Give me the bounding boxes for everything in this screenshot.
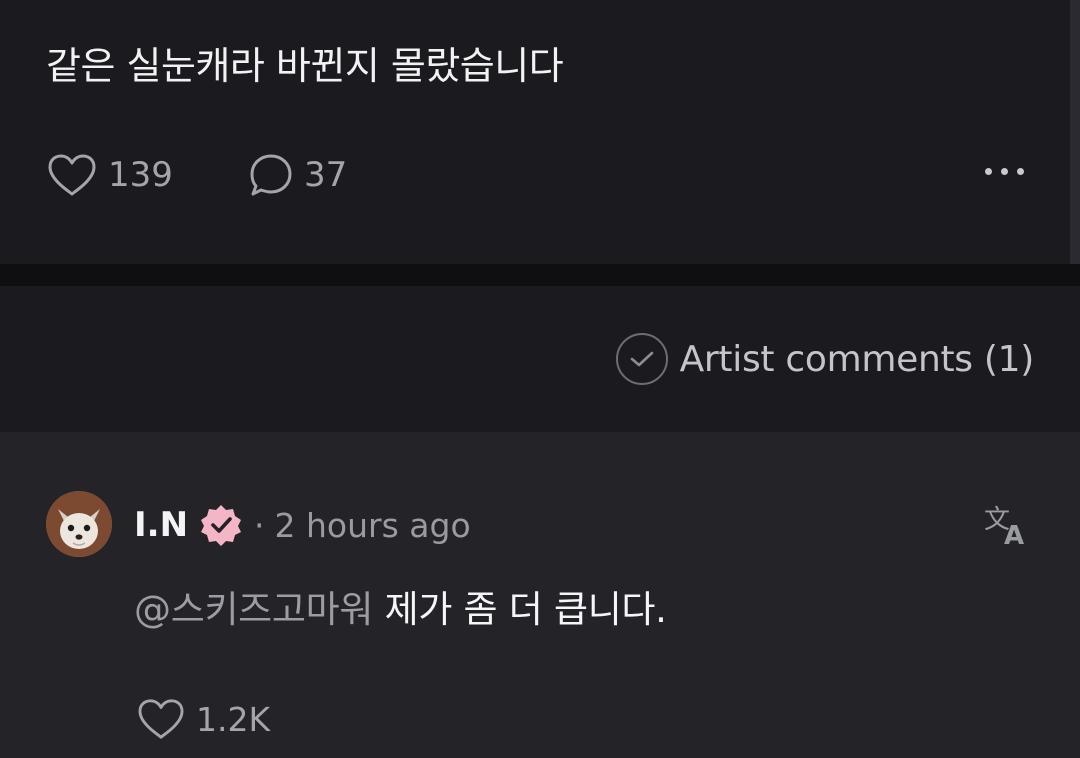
post-comment-count: 37 [304,155,348,195]
verified-badge-icon [201,505,242,546]
comment-body: @스키즈고마워 제가 좀 더 큽니다. [134,584,667,636]
speech-bubble-icon [250,154,292,196]
ellipsis-dot [1001,168,1008,175]
check-circle-icon [615,333,668,385]
username[interactable]: I.N [134,505,188,545]
section-divider [0,264,1080,286]
app-screen: 같은 실눈캐라 바뀐지 몰랐습니다 139 37 Artist comments… [0,0,1080,758]
time-separator: · [254,505,265,545]
post-comment-button[interactable]: 37 [248,150,347,200]
mention-link[interactable]: @스키즈고마워 [134,588,373,631]
post-like-count: 139 [108,155,173,195]
post-text: 같은 실눈캐라 바뀐지 몰랐습니다 [46,44,564,88]
post-like-button[interactable]: 139 [46,150,173,200]
heart-outline-icon [138,699,184,739]
ellipsis-dot [1017,168,1024,175]
comment-like-count: 1.2K [196,699,271,739]
comment-timestamp: 2 hours ago [274,505,471,545]
ellipsis-dot [985,168,992,175]
fox-avatar-icon [46,491,112,557]
post-card: 같은 실눈캐라 바뀐지 몰랐습니다 139 37 [0,0,1080,312]
comment-header: I.N · 2 hours ago [134,500,471,550]
artist-comments-toggle[interactable]: Artist comments (1) [615,330,1035,388]
translate-icon[interactable]: 文 A [982,500,1030,548]
post-actions: 139 37 [46,150,1036,200]
comment-item: I.N · 2 hours ago 文 A @스키즈고마워 제가 좀 더 큽니다… [0,432,1080,758]
artist-filter-bar: Artist comments (1) [0,286,1080,432]
more-options-button[interactable] [985,168,1024,175]
heart-outline-icon [48,154,96,196]
avatar[interactable] [46,491,112,557]
svg-text:A: A [1004,521,1024,548]
artist-comments-label: Artist comments (1) [679,338,1035,380]
comment-text: 제가 좀 더 큽니다. [384,588,667,631]
comment-like-button[interactable]: 1.2K [136,696,270,742]
